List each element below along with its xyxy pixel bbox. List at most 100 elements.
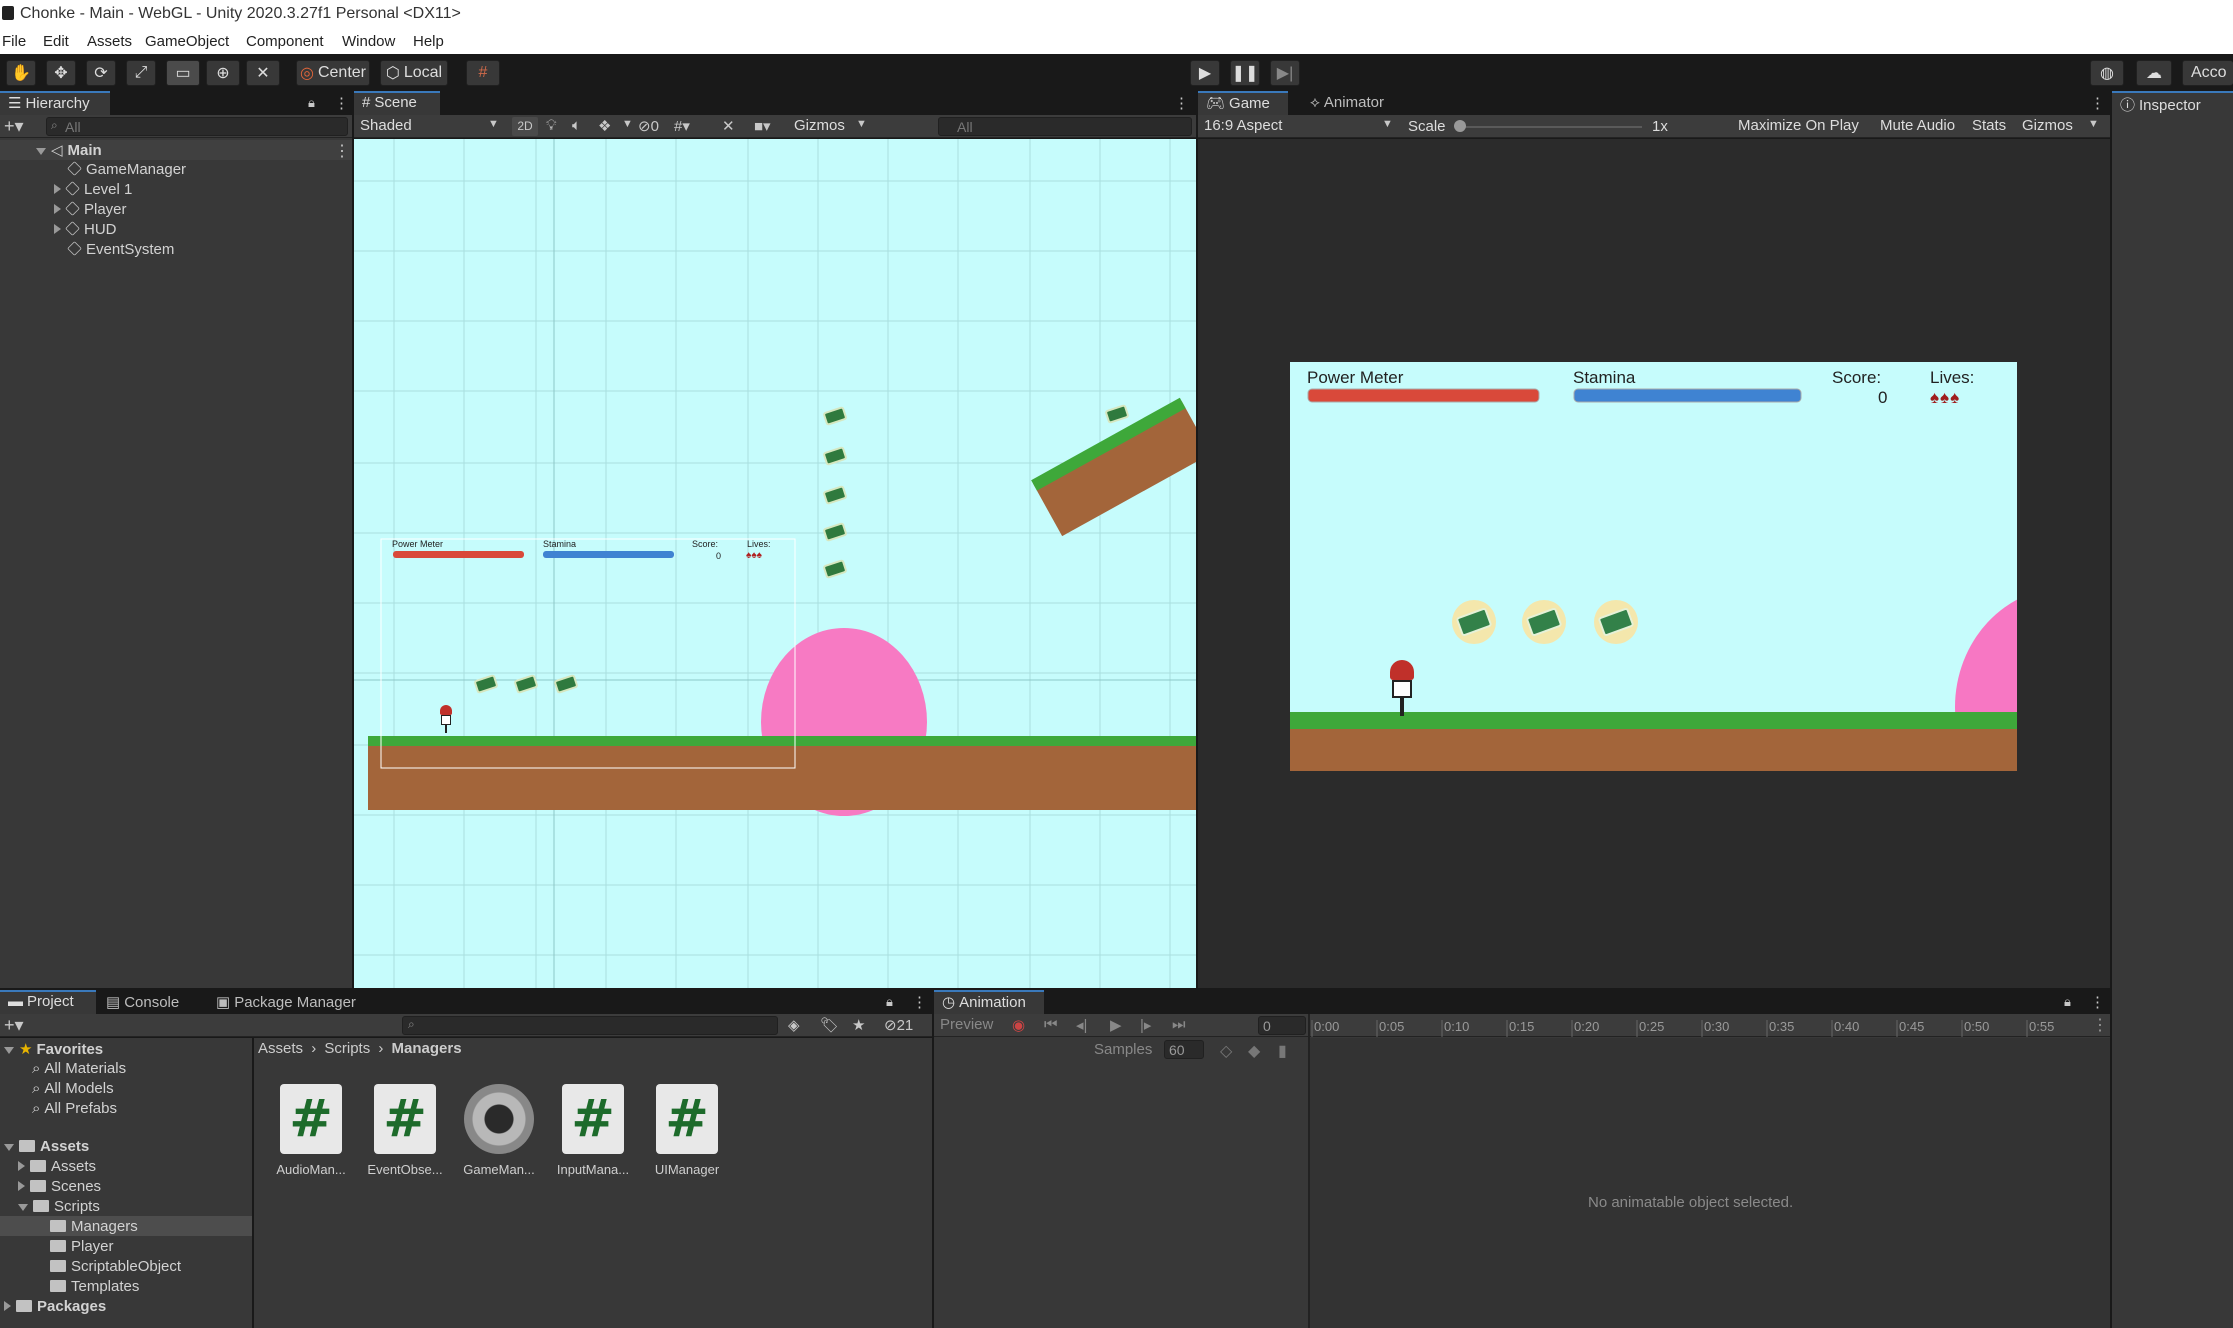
samples-field[interactable]: 60 bbox=[1164, 1040, 1204, 1059]
favorite-all-models[interactable]: ⌕ All Models bbox=[32, 1080, 114, 1097]
kebab-menu-icon[interactable]: ⋮ bbox=[334, 94, 349, 112]
menu-gameobject[interactable]: GameObject bbox=[145, 33, 229, 50]
tab-console[interactable]: ▤ Console bbox=[98, 990, 198, 1014]
next-keyframe-icon[interactable]: |▸ bbox=[1140, 1016, 1151, 1034]
pivot-local-button[interactable]: ⬡ Local bbox=[380, 60, 448, 86]
favorite-star-icon[interactable]: ★ bbox=[852, 1016, 865, 1034]
prev-keyframe-icon[interactable]: ◂| bbox=[1076, 1016, 1087, 1034]
transform-tool-icon[interactable]: ⊕ bbox=[206, 60, 240, 86]
folder-templates[interactable]: Templates bbox=[50, 1278, 139, 1295]
maximize-on-play-button[interactable]: Maximize On Play bbox=[1738, 117, 1859, 134]
move-tool-icon[interactable]: ✥ bbox=[46, 60, 76, 86]
stats-button[interactable]: Stats bbox=[1972, 117, 2006, 134]
hierarchy-item-gamemanager[interactable]: GameManager bbox=[67, 161, 186, 178]
breadcrumb-managers[interactable]: Managers bbox=[392, 1040, 462, 1057]
favorite-all-materials[interactable]: ⌕ All Materials bbox=[32, 1060, 126, 1077]
breadcrumb-scripts[interactable]: Scripts bbox=[324, 1040, 370, 1057]
pause-button[interactable]: ❚❚ bbox=[1230, 60, 1260, 86]
hidden-objects-icon[interactable]: ⊘0 bbox=[638, 117, 659, 135]
collapse-arrow-icon[interactable] bbox=[54, 224, 61, 234]
game-viewport[interactable]: Power Meter Stamina Score: 0 Lives: ♠♠♠ bbox=[1290, 362, 2017, 771]
hierarchy-item-eventsystem[interactable]: EventSystem bbox=[67, 241, 174, 258]
tab-hierarchy[interactable]: ☰ Hierarchy bbox=[0, 91, 110, 115]
tab-animator[interactable]: ⟡ Animator bbox=[1302, 91, 1402, 115]
add-keyframe-icon[interactable]: ◇ bbox=[1220, 1041, 1232, 1061]
event-marker-icon[interactable]: ▮ bbox=[1278, 1041, 1287, 1061]
scale-slider-handle[interactable] bbox=[1454, 120, 1466, 132]
lighting-toggle-icon[interactable]: 💡︎ bbox=[546, 117, 557, 134]
first-keyframe-icon[interactable]: ⏮ bbox=[1044, 1016, 1058, 1033]
packages-root[interactable]: Packages bbox=[4, 1298, 106, 1315]
timeline-ruler[interactable]: 0:00 0:05 0:10 0:15 0:20 0:25 0:30 0:35 … bbox=[1310, 1014, 2110, 1037]
folder-scriptableobject[interactable]: ScriptableObject bbox=[50, 1258, 181, 1275]
game-gizmos-button[interactable]: Gizmos bbox=[2022, 117, 2073, 134]
kebab-menu-icon[interactable]: ⋮ bbox=[2092, 1015, 2108, 1035]
folder-scenes[interactable]: Scenes bbox=[18, 1178, 101, 1195]
chevron-down-icon[interactable]: ▼ bbox=[2088, 118, 2099, 130]
asset-eventobserver[interactable]: # EventObse... bbox=[360, 1084, 450, 1177]
preview-button[interactable]: Preview bbox=[940, 1016, 993, 1033]
hierarchy-item-player[interactable]: Player bbox=[54, 201, 127, 218]
2d-mode-toggle[interactable]: 2D bbox=[512, 117, 538, 136]
favorite-all-prefabs[interactable]: ⌕ All Prefabs bbox=[32, 1100, 117, 1117]
custom-tool-icon[interactable]: ✕ bbox=[246, 60, 280, 86]
hidden-packages-icon[interactable]: ⊘21 bbox=[884, 1016, 913, 1034]
shading-mode-dropdown[interactable]: Shaded bbox=[360, 117, 412, 134]
pivot-center-button[interactable]: ◎ Center bbox=[296, 60, 370, 86]
menu-file[interactable]: File bbox=[2, 33, 26, 50]
collapse-arrow-icon[interactable] bbox=[54, 184, 61, 194]
asset-inputmanager[interactable]: # InputMana... bbox=[548, 1084, 638, 1177]
assets-root[interactable]: Assets bbox=[4, 1138, 89, 1155]
mute-audio-button[interactable]: Mute Audio bbox=[1880, 117, 1955, 134]
hierarchy-search-input[interactable]: All bbox=[46, 117, 348, 136]
last-keyframe-icon[interactable]: ⏭ bbox=[1172, 1016, 1186, 1033]
kebab-menu-icon[interactable]: ⋮ bbox=[1174, 94, 1189, 112]
hierarchy-scene-row[interactable]: ◁ Main ⋮ bbox=[0, 140, 352, 160]
expand-icon[interactable] bbox=[36, 148, 46, 155]
search-by-label-icon[interactable]: 🏷︎ bbox=[820, 1016, 839, 1034]
rect-tool-icon[interactable]: ▭ bbox=[166, 60, 200, 86]
asset-audiomanager[interactable]: # AudioMan... bbox=[266, 1084, 356, 1177]
scale-slider[interactable] bbox=[1460, 126, 1642, 128]
hierarchy-item-level1[interactable]: Level 1 bbox=[54, 181, 132, 198]
folder-player[interactable]: Player bbox=[50, 1238, 114, 1255]
audio-toggle-icon[interactable]: 🔈︎ bbox=[572, 117, 581, 134]
asset-gamemanager[interactable]: GameMan... bbox=[454, 1084, 544, 1177]
kebab-menu-icon[interactable]: ⋮ bbox=[912, 993, 927, 1011]
menu-component[interactable]: Component bbox=[246, 33, 324, 50]
scale-tool-icon[interactable]: ⤢ bbox=[126, 60, 156, 86]
collapse-arrow-icon[interactable] bbox=[54, 204, 61, 214]
menu-window[interactable]: Window bbox=[342, 33, 395, 50]
kebab-menu-icon[interactable]: ⋮ bbox=[2090, 993, 2105, 1011]
scene-gizmos-dropdown[interactable]: Gizmos bbox=[794, 117, 845, 134]
aspect-dropdown[interactable]: 16:9 Aspect bbox=[1204, 117, 1282, 134]
play-icon[interactable]: ▶ bbox=[1110, 1016, 1122, 1034]
rotate-tool-icon[interactable]: ⟳ bbox=[86, 60, 116, 86]
add-icon[interactable]: +▾ bbox=[4, 116, 24, 137]
add-event-icon[interactable]: ◆ bbox=[1248, 1041, 1260, 1061]
record-icon[interactable]: ◉ bbox=[1012, 1016, 1025, 1034]
effects-toggle-icon[interactable]: ❖ bbox=[598, 117, 611, 135]
collab-icon[interactable]: ◍ bbox=[2090, 60, 2124, 86]
account-button[interactable]: Acco bbox=[2182, 60, 2233, 86]
scene-search-input[interactable]: All bbox=[938, 117, 1192, 136]
lock-icon[interactable]: 🔒︎ bbox=[2064, 994, 2071, 1010]
tab-game[interactable]: 🎮︎ Game bbox=[1198, 91, 1288, 115]
menu-help[interactable]: Help bbox=[413, 33, 444, 50]
lock-icon[interactable]: 🔒︎ bbox=[308, 95, 315, 111]
camera-icon[interactable]: ■▾ bbox=[754, 117, 771, 135]
favorites-header[interactable]: ★ Favorites bbox=[4, 1040, 103, 1058]
play-button[interactable]: ▶ bbox=[1190, 60, 1220, 86]
step-button[interactable]: ▶| bbox=[1270, 60, 1300, 86]
timeline-area[interactable] bbox=[1310, 1038, 2110, 1328]
project-search-input[interactable] bbox=[402, 1016, 778, 1035]
folder-managers[interactable]: Managers bbox=[50, 1218, 138, 1235]
hierarchy-item-hud[interactable]: HUD bbox=[54, 221, 117, 238]
lock-icon[interactable]: 🔒︎ bbox=[886, 994, 893, 1010]
kebab-menu-icon[interactable]: ⋮ bbox=[2090, 94, 2105, 112]
tab-project[interactable]: ▬ Project bbox=[0, 990, 96, 1014]
folder-scripts[interactable]: Scripts bbox=[18, 1198, 100, 1215]
grid-toggle-icon[interactable]: #▾ bbox=[674, 117, 690, 135]
menu-assets[interactable]: Assets bbox=[87, 33, 132, 50]
menu-edit[interactable]: Edit bbox=[43, 33, 69, 50]
